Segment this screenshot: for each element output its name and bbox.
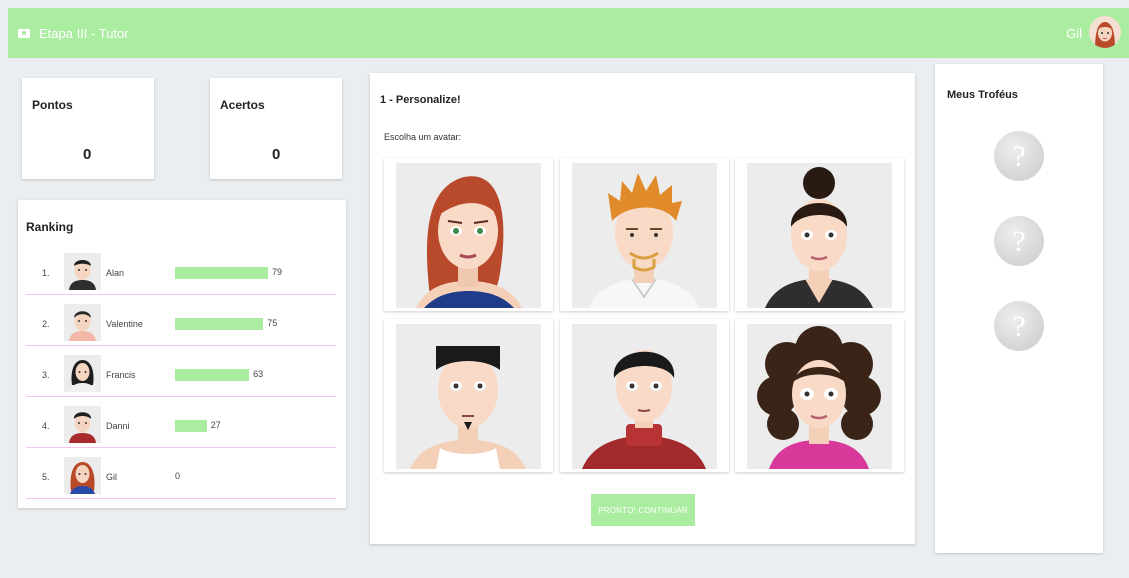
trophies-card: Meus Troféus ? ? ?: [935, 64, 1103, 553]
avatar-image: [572, 163, 717, 308]
rank-score: 63: [253, 369, 264, 379]
score-bar: [175, 420, 207, 432]
trophies-title: Meus Troféus: [947, 89, 1018, 101]
ranking-row: 4. Danni 27: [26, 403, 336, 448]
score-bar: [175, 318, 264, 330]
locked-trophy-icon: ?: [994, 131, 1044, 181]
ready-continue-button[interactable]: PRONTO! CONTINUAR: [591, 494, 695, 526]
rank-position: 3.: [42, 370, 50, 380]
avatar-option-3[interactable]: [735, 158, 904, 311]
avatar: [64, 253, 101, 290]
user-avatar[interactable]: [1089, 16, 1121, 48]
rank-score: 0: [175, 471, 181, 481]
locked-trophy-icon: ?: [994, 301, 1044, 351]
avatar-image: [747, 324, 892, 469]
section-subtitle: Escolha um avatar:: [384, 132, 462, 142]
avatar: [64, 355, 101, 392]
avatar-image: [396, 324, 541, 469]
personalize-card: 1 - Personalize! Escolha um avatar: PRON…: [370, 73, 915, 544]
user-name[interactable]: Gil: [1066, 26, 1082, 41]
ranking-row: 3. Francis 63: [26, 352, 336, 397]
rank-name: Francis: [106, 370, 136, 380]
question-mark-icon: ?: [1012, 310, 1026, 343]
rank-name: Danni: [106, 421, 130, 431]
rank-score: 75: [267, 318, 278, 328]
rank-name: Alan: [106, 268, 125, 278]
app-title: Etapa III - Tutor: [39, 25, 129, 41]
avatar-image: [396, 163, 541, 308]
ranking-row: 1. Alan 79: [26, 250, 336, 295]
points-value: 0: [83, 146, 92, 163]
locked-trophy-icon: ?: [994, 216, 1044, 266]
rank-position: 1.: [42, 268, 50, 278]
ranking-card: Ranking 1. Alan 79 2. Valentine 75 3. Fr…: [18, 200, 346, 508]
rank-score: 79: [272, 267, 283, 277]
rank-position: 5.: [42, 472, 50, 482]
avatar-option-5[interactable]: [560, 319, 729, 472]
rank-name: Valentine: [106, 319, 143, 329]
score-bar: [175, 369, 250, 381]
rank-name: Gil: [106, 472, 117, 482]
ranking-title: Ranking: [26, 220, 74, 234]
avatar: [64, 304, 101, 341]
app-brand[interactable]: Etapa III - Tutor: [18, 25, 129, 41]
avatar-image: [747, 163, 892, 308]
rank-position: 4.: [42, 421, 50, 431]
hits-value: 0: [272, 146, 281, 163]
rank-position: 2.: [42, 319, 50, 329]
ranking-row: 2. Valentine 75: [26, 301, 336, 346]
points-card: Pontos 0: [22, 78, 154, 179]
avatar-option-1[interactable]: [384, 158, 553, 311]
hits-card: Acertos 0: [210, 78, 342, 179]
avatar-image: [572, 324, 717, 469]
avatar-option-4[interactable]: [384, 319, 553, 472]
score-bar: [175, 267, 268, 279]
hits-label: Acertos: [220, 98, 265, 112]
avatar: [64, 457, 101, 494]
section-title: 1 - Personalize!: [380, 94, 461, 106]
avatar-option-2[interactable]: [560, 158, 729, 311]
top-app-bar: Etapa III - Tutor Gil: [8, 8, 1129, 58]
question-mark-icon: ?: [1012, 225, 1026, 258]
question-mark-icon: ?: [1012, 140, 1026, 173]
avatar-option-6[interactable]: [735, 319, 904, 472]
rank-score: 27: [210, 420, 221, 430]
camera-icon: [18, 28, 30, 38]
avatar: [64, 406, 101, 443]
ranking-row: 5. Gil 0: [26, 454, 336, 499]
points-label: Pontos: [32, 98, 73, 112]
